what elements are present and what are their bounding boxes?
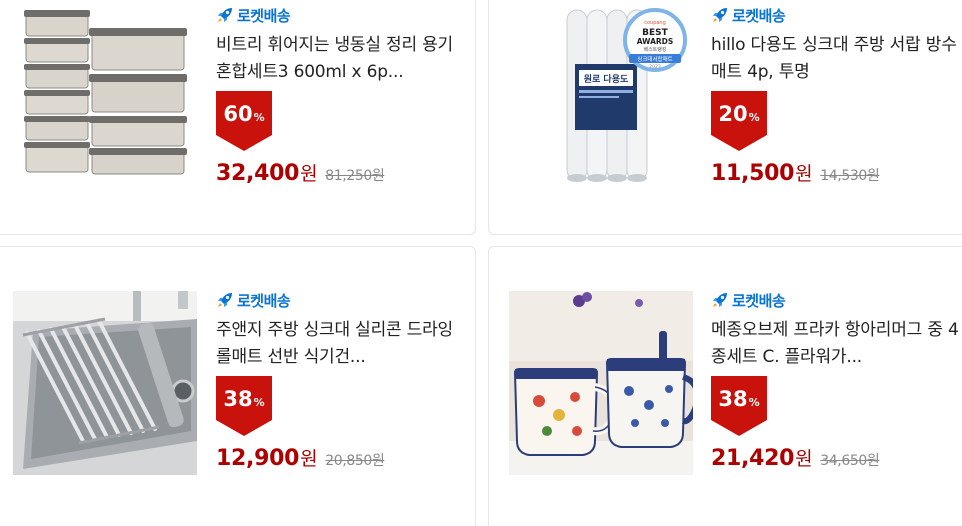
sale-price: 12,900원 <box>216 446 318 471</box>
rocket-icon <box>216 6 234 24</box>
rocket-delivery-label: 로켓배송 <box>732 6 786 25</box>
price-row: 21,420원 34,650원 <box>711 444 961 471</box>
product-title[interactable]: 비트리 휘어지는 냉동실 정리 용기 혼합세트3 600ml x 6p... <box>216 32 466 86</box>
package-label: 원로 다용도 <box>584 73 629 85</box>
rocket-delivery-label: 로켓배송 <box>732 291 786 310</box>
product-image-containers[interactable] <box>18 6 202 190</box>
discount-unit: % <box>253 111 265 124</box>
price-row: 11,500원 14,530원 <box>711 159 961 186</box>
discount-unit: % <box>253 396 265 409</box>
discount-badge: 38% <box>711 376 767 436</box>
discount-unit: % <box>748 396 760 409</box>
product-card[interactable]: 로켓배송 비트리 휘어지는 냉동실 정리 용기 혼합세트3 600ml x 6p… <box>0 0 476 235</box>
award-year: 2023 <box>649 64 661 70</box>
discount-badge: 20% <box>711 91 767 151</box>
original-price: 20,850원 <box>325 453 385 469</box>
original-price: 81,250원 <box>325 168 385 184</box>
award-brand: coupang <box>644 20 666 26</box>
rocket-icon <box>216 291 234 309</box>
discount-unit: % <box>748 111 760 124</box>
rocket-delivery-badge: 로켓배송 <box>711 4 961 26</box>
product-title[interactable]: 메종오브제 프라카 항아리머그 중 4종세트 C. 플라워가... <box>711 317 961 371</box>
product-card[interactable]: 원로 다용도 coupang BEST AWARDS 베스트랭킹 싱크대서랍매트… <box>488 0 962 235</box>
product-image-mugs[interactable] <box>509 291 693 475</box>
price-row: 32,400원 81,250원 <box>216 159 466 186</box>
rocket-icon <box>711 291 729 309</box>
product-title[interactable]: 주앤지 주방 싱크대 실리콘 드라잉 롤매트 선반 식기건... <box>216 317 466 371</box>
discount-value: 38 <box>718 387 748 411</box>
rocket-icon <box>711 6 729 24</box>
original-price: 14,530원 <box>820 168 880 184</box>
product-card[interactable]: 로켓배송 메종오브제 프라카 항아리머그 중 4종세트 C. 플라워가... 3… <box>488 246 962 526</box>
rocket-delivery-label: 로켓배송 <box>237 291 291 310</box>
product-card[interactable]: 로켓배송 주앤지 주방 싱크대 실리콘 드라잉 롤매트 선반 식기건... 38… <box>0 246 476 526</box>
rocket-delivery-badge: 로켓배송 <box>216 4 466 26</box>
discount-badge: 38% <box>216 376 272 436</box>
sale-price: 21,420원 <box>711 446 813 471</box>
rocket-delivery-badge: 로켓배송 <box>216 289 466 311</box>
original-price: 34,650원 <box>820 453 880 469</box>
discount-value: 60 <box>223 102 253 126</box>
product-title[interactable]: hillo 다용도 싱크대 주방 서랍 방수 매트 4p, 투명 <box>711 32 961 86</box>
discount-value: 38 <box>223 387 253 411</box>
award-sub: 베스트랭킹 <box>643 46 666 53</box>
product-image-sink-mat[interactable]: 원로 다용도 coupang BEST AWARDS 베스트랭킹 싱크대서랍매트… <box>509 6 693 190</box>
rocket-delivery-badge: 로켓배송 <box>711 289 961 311</box>
rocket-delivery-label: 로켓배송 <box>237 6 291 25</box>
sale-price: 32,400원 <box>216 161 318 186</box>
product-grid: 로켓배송 비트리 휘어지는 냉동실 정리 용기 혼합세트3 600ml x 6p… <box>0 0 962 526</box>
award-line2: AWARDS <box>637 37 674 46</box>
discount-value: 20 <box>718 102 748 126</box>
product-image-drying-mat[interactable] <box>13 291 197 475</box>
price-row: 12,900원 20,850원 <box>216 444 466 471</box>
sale-price: 11,500원 <box>711 161 813 186</box>
discount-badge: 60% <box>216 91 272 151</box>
award-ribbon: 싱크대서랍매트 <box>637 55 672 63</box>
